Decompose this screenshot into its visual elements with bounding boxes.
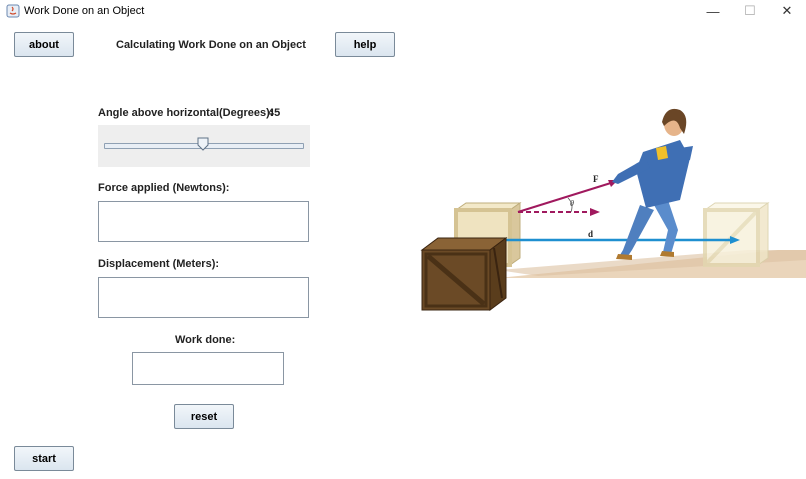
angle-label: Angle above horizontal(Degrees): — [98, 107, 274, 119]
ghost-crate-right — [703, 202, 770, 267]
person-pulling — [612, 108, 693, 260]
start-button[interactable]: start — [14, 446, 74, 471]
page-title: Calculating Work Done on an Object — [116, 39, 306, 51]
work-done-label: Work done: — [175, 334, 236, 346]
title-bar: Work Done on an Object — ☐ ✕ — [0, 0, 806, 24]
close-button[interactable]: ✕ — [764, 0, 806, 22]
angle-slider-thumb[interactable] — [197, 137, 209, 151]
window-title: Work Done on an Object — [24, 5, 145, 17]
reset-button[interactable]: reset — [174, 404, 234, 429]
angle-symbol: θ — [570, 199, 574, 208]
angle-slider-panel — [98, 125, 310, 167]
work-done-output[interactable] — [132, 352, 284, 385]
work-illustration: d F θ — [420, 108, 806, 311]
crate — [420, 237, 508, 311]
force-label: Force applied (Newtons): — [98, 182, 230, 194]
displacement-symbol: d — [588, 229, 593, 239]
displacement-input[interactable] — [98, 277, 309, 318]
about-button[interactable]: about — [14, 32, 74, 57]
java-app-icon — [6, 4, 20, 18]
angle-value: 45 — [268, 107, 281, 119]
force-input[interactable] — [98, 201, 309, 242]
force-vector — [517, 181, 615, 213]
help-button[interactable]: help — [335, 32, 395, 57]
displacement-label: Displacement (Meters): — [98, 258, 220, 270]
force-symbol: F — [593, 174, 599, 184]
